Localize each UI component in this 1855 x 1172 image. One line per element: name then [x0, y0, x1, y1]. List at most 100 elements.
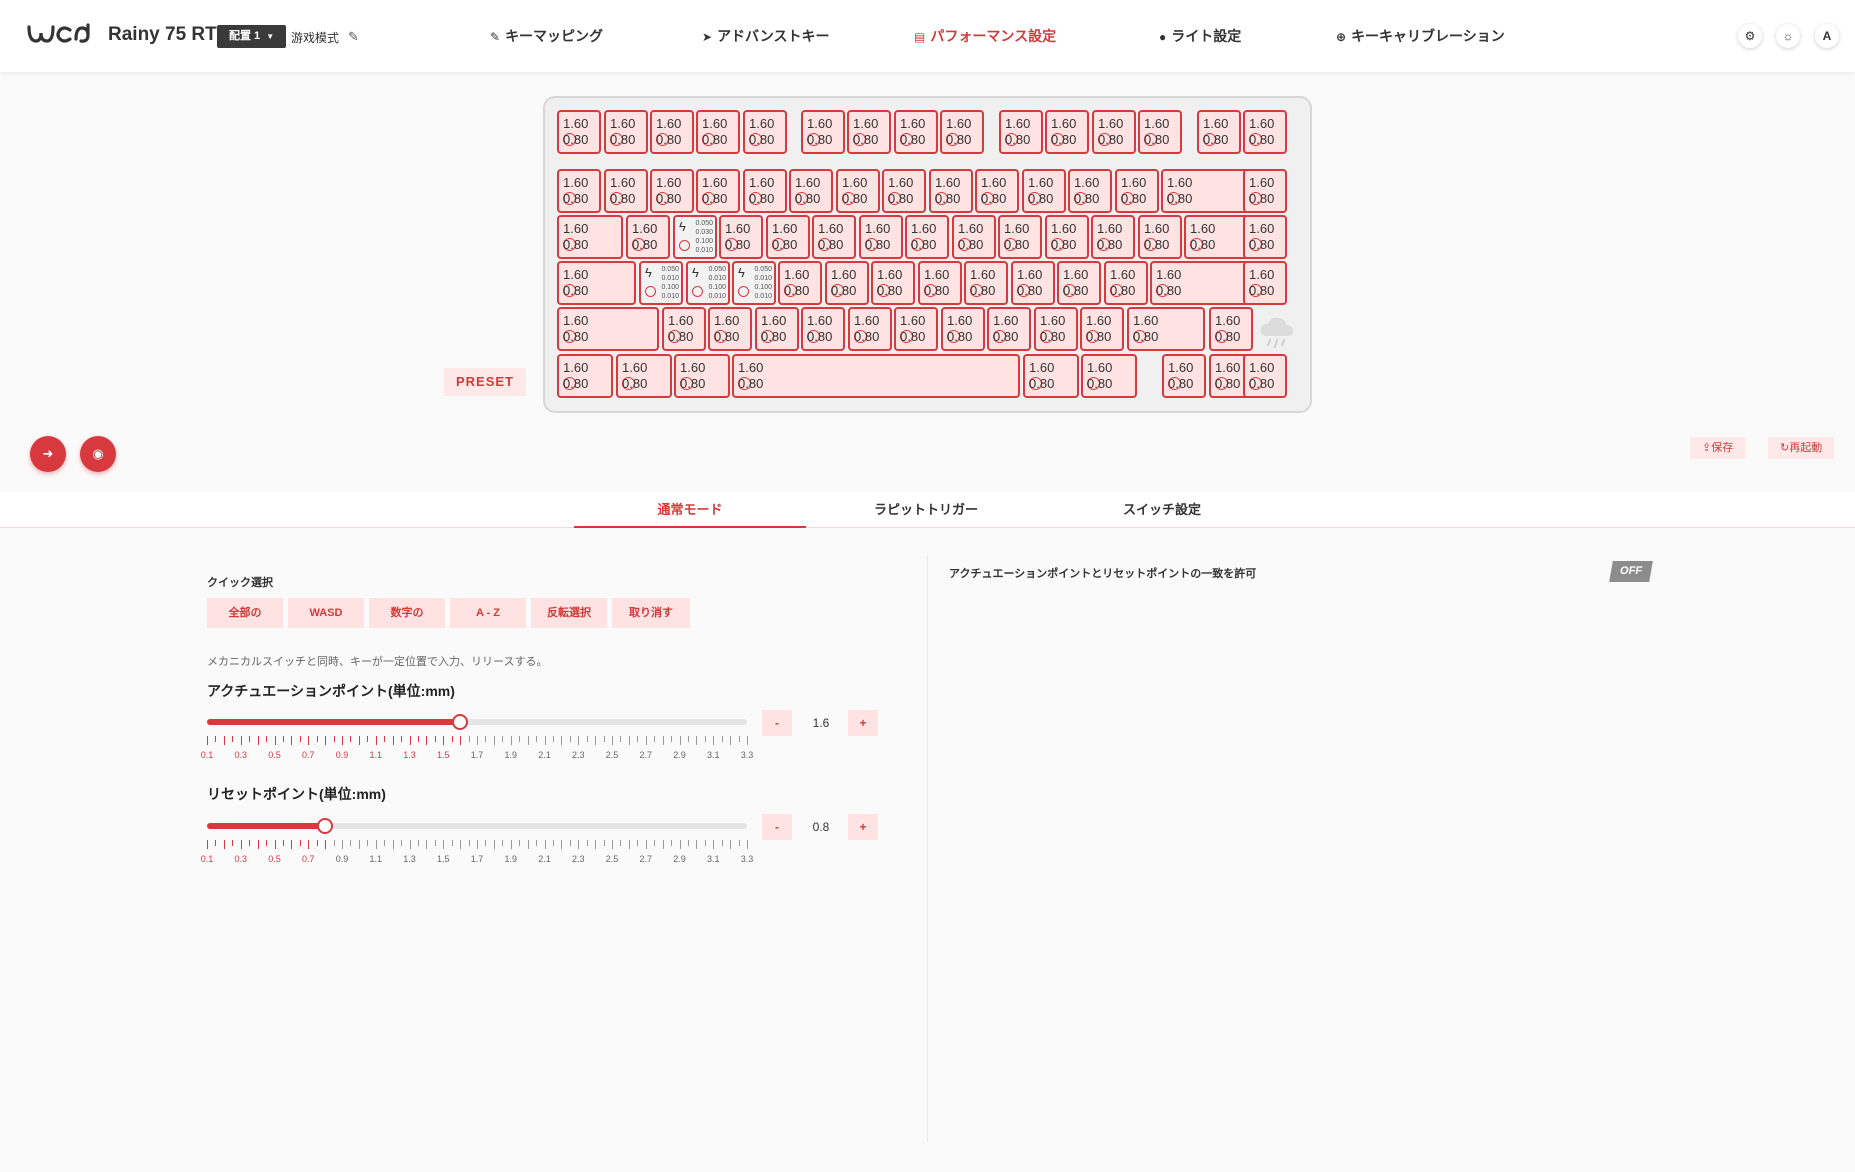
key[interactable]: ϟ 0.050 0.010 0.100 0.010: [686, 261, 730, 305]
reset-increment-button[interactable]: +: [848, 814, 878, 840]
key[interactable]: 1.60 0.80: [696, 169, 740, 213]
tab-switch-settings[interactable]: スイッチ設定: [1046, 492, 1278, 528]
key[interactable]: 1.60 0.80: [894, 110, 938, 154]
key[interactable]: 1.60 0.80: [894, 307, 938, 351]
gear-button[interactable]: ⚙: [1738, 24, 1762, 48]
key[interactable]: 1.60 0.80: [674, 354, 730, 398]
tab-normal-mode[interactable]: 通常モード: [574, 492, 806, 528]
reset-decrement-button[interactable]: -: [762, 814, 792, 840]
key[interactable]: 1.60 0.80: [1011, 261, 1055, 305]
nav-lighting[interactable]: ● ライト設定: [1159, 26, 1241, 46]
key[interactable]: 1.60 0.80: [732, 354, 1020, 398]
key[interactable]: 1.60 0.80: [1138, 215, 1182, 259]
key[interactable]: 1.60 0.80: [616, 354, 672, 398]
nav-calibration[interactable]: ⊕ キーキャリブレーション: [1336, 26, 1505, 46]
key[interactable]: 1.60 0.80: [1023, 354, 1079, 398]
key[interactable]: 1.60 0.80: [696, 110, 740, 154]
key[interactable]: 1.60 0.80: [941, 307, 985, 351]
actuation-decrement-button[interactable]: -: [762, 710, 792, 736]
key[interactable]: 1.60 0.80: [662, 307, 706, 351]
key[interactable]: 1.60 0.80: [987, 307, 1031, 351]
key[interactable]: 1.60 0.80: [1104, 261, 1148, 305]
key[interactable]: 1.60 0.80: [825, 261, 869, 305]
reset-slider-thumb[interactable]: [317, 818, 334, 834]
key[interactable]: 1.60 0.80: [1162, 354, 1206, 398]
quick-numbers-button[interactable]: 数字の: [369, 598, 445, 628]
key[interactable]: 1.60 0.80: [1243, 169, 1287, 213]
key[interactable]: 1.60 0.80: [847, 110, 891, 154]
tab-rapid-trigger[interactable]: ラピットトリガー: [810, 492, 1042, 528]
key[interactable]: 1.60 0.80: [1022, 169, 1066, 213]
key[interactable]: 1.60 0.80: [557, 354, 613, 398]
key[interactable]: 1.60 0.80: [789, 169, 833, 213]
key[interactable]: ϟ 0.050 0.030 0.100 0.010: [673, 215, 717, 259]
quick-wasd-button[interactable]: WASD: [288, 598, 364, 628]
key[interactable]: 1.60 0.80: [999, 110, 1043, 154]
key[interactable]: 1.60 0.80: [918, 261, 962, 305]
key[interactable]: 1.60 0.80: [1243, 354, 1287, 398]
key[interactable]: 1.60 0.80: [964, 261, 1008, 305]
key[interactable]: 1.60 0.80: [778, 261, 822, 305]
layout-select[interactable]: 配置 1 ▼: [217, 25, 287, 48]
save-button[interactable]: ⇪保存: [1690, 437, 1746, 459]
key[interactable]: 1.60 0.80: [557, 215, 623, 259]
key[interactable]: 1.60 0.80: [1161, 169, 1251, 213]
key[interactable]: 1.60 0.80: [905, 215, 949, 259]
allow-match-toggle[interactable]: OFF: [1609, 561, 1653, 582]
brand-logo[interactable]: [26, 22, 92, 46]
key[interactable]: 1.60 0.80: [1184, 215, 1251, 259]
language-button[interactable]: A: [1815, 24, 1839, 48]
key[interactable]: 1.60 0.80: [801, 110, 845, 154]
export-button[interactable]: ➜: [30, 436, 66, 472]
key[interactable]: 1.60 0.80: [557, 110, 601, 154]
key[interactable]: 1.60 0.80: [975, 169, 1019, 213]
key[interactable]: 1.60 0.80: [848, 307, 892, 351]
key[interactable]: 1.60 0.80: [557, 169, 601, 213]
key[interactable]: 1.60 0.80: [557, 307, 659, 351]
key[interactable]: 1.60 0.80: [812, 215, 856, 259]
key[interactable]: ϟ 0.050 0.010 0.100 0.010: [732, 261, 776, 305]
edit-icon[interactable]: ✎: [348, 29, 359, 45]
key[interactable]: ϟ 0.050 0.010 0.100 0.010: [639, 261, 683, 305]
key[interactable]: 1.60 0.80: [1243, 110, 1287, 154]
key[interactable]: 1.60 0.80: [743, 110, 787, 154]
actuation-slider-thumb[interactable]: [452, 714, 469, 730]
nav-key-mapping[interactable]: ✎ キーマッピング: [490, 26, 603, 46]
key[interactable]: 1.60 0.80: [1197, 110, 1241, 154]
key[interactable]: 1.60 0.80: [801, 307, 845, 351]
reset-slider[interactable]: [207, 818, 747, 834]
key[interactable]: 1.60 0.80: [882, 169, 926, 213]
key[interactable]: 1.60 0.80: [1243, 215, 1287, 259]
key[interactable]: 1.60 0.80: [1057, 261, 1101, 305]
key[interactable]: 1.60 0.80: [836, 169, 880, 213]
quick-az-button[interactable]: A - Z: [450, 598, 526, 628]
nav-performance[interactable]: ▤ パフォーマンス設定: [914, 26, 1056, 46]
key[interactable]: 1.60 0.80: [557, 261, 636, 305]
compass-button[interactable]: ◉: [80, 436, 116, 472]
nav-advanced-keys[interactable]: ➤ アドバンストキー: [702, 26, 829, 46]
quick-invert-button[interactable]: 反転選択: [531, 598, 607, 628]
key[interactable]: 1.60 0.80: [604, 110, 648, 154]
key[interactable]: 1.60 0.80: [1080, 307, 1124, 351]
key[interactable]: 1.60 0.80: [1045, 110, 1089, 154]
actuation-increment-button[interactable]: +: [848, 710, 878, 736]
key[interactable]: 1.60 0.80: [626, 215, 670, 259]
key[interactable]: 1.60 0.80: [1068, 169, 1112, 213]
key[interactable]: 1.60 0.80: [766, 215, 810, 259]
key[interactable]: 1.60 0.80: [929, 169, 973, 213]
actuation-slider[interactable]: [207, 714, 747, 730]
key[interactable]: 1.60 0.80: [1243, 261, 1287, 305]
key[interactable]: 1.60 0.80: [650, 110, 694, 154]
restart-button[interactable]: ↻再起動: [1768, 437, 1835, 459]
key[interactable]: 1.60 0.80: [871, 261, 915, 305]
key[interactable]: 1.60 0.80: [1045, 215, 1089, 259]
preset-button[interactable]: PRESET: [444, 368, 526, 396]
quick-all-button[interactable]: 全部の: [207, 598, 283, 628]
quick-clear-button[interactable]: 取り消す: [612, 598, 690, 628]
key[interactable]: 1.60 0.80: [1115, 169, 1159, 213]
key[interactable]: 1.60 0.80: [1091, 215, 1135, 259]
key[interactable]: 1.60 0.80: [1127, 307, 1205, 351]
key[interactable]: 1.60 0.80: [1138, 110, 1182, 154]
key[interactable]: 1.60 0.80: [604, 169, 648, 213]
key[interactable]: 1.60 0.80: [1034, 307, 1078, 351]
